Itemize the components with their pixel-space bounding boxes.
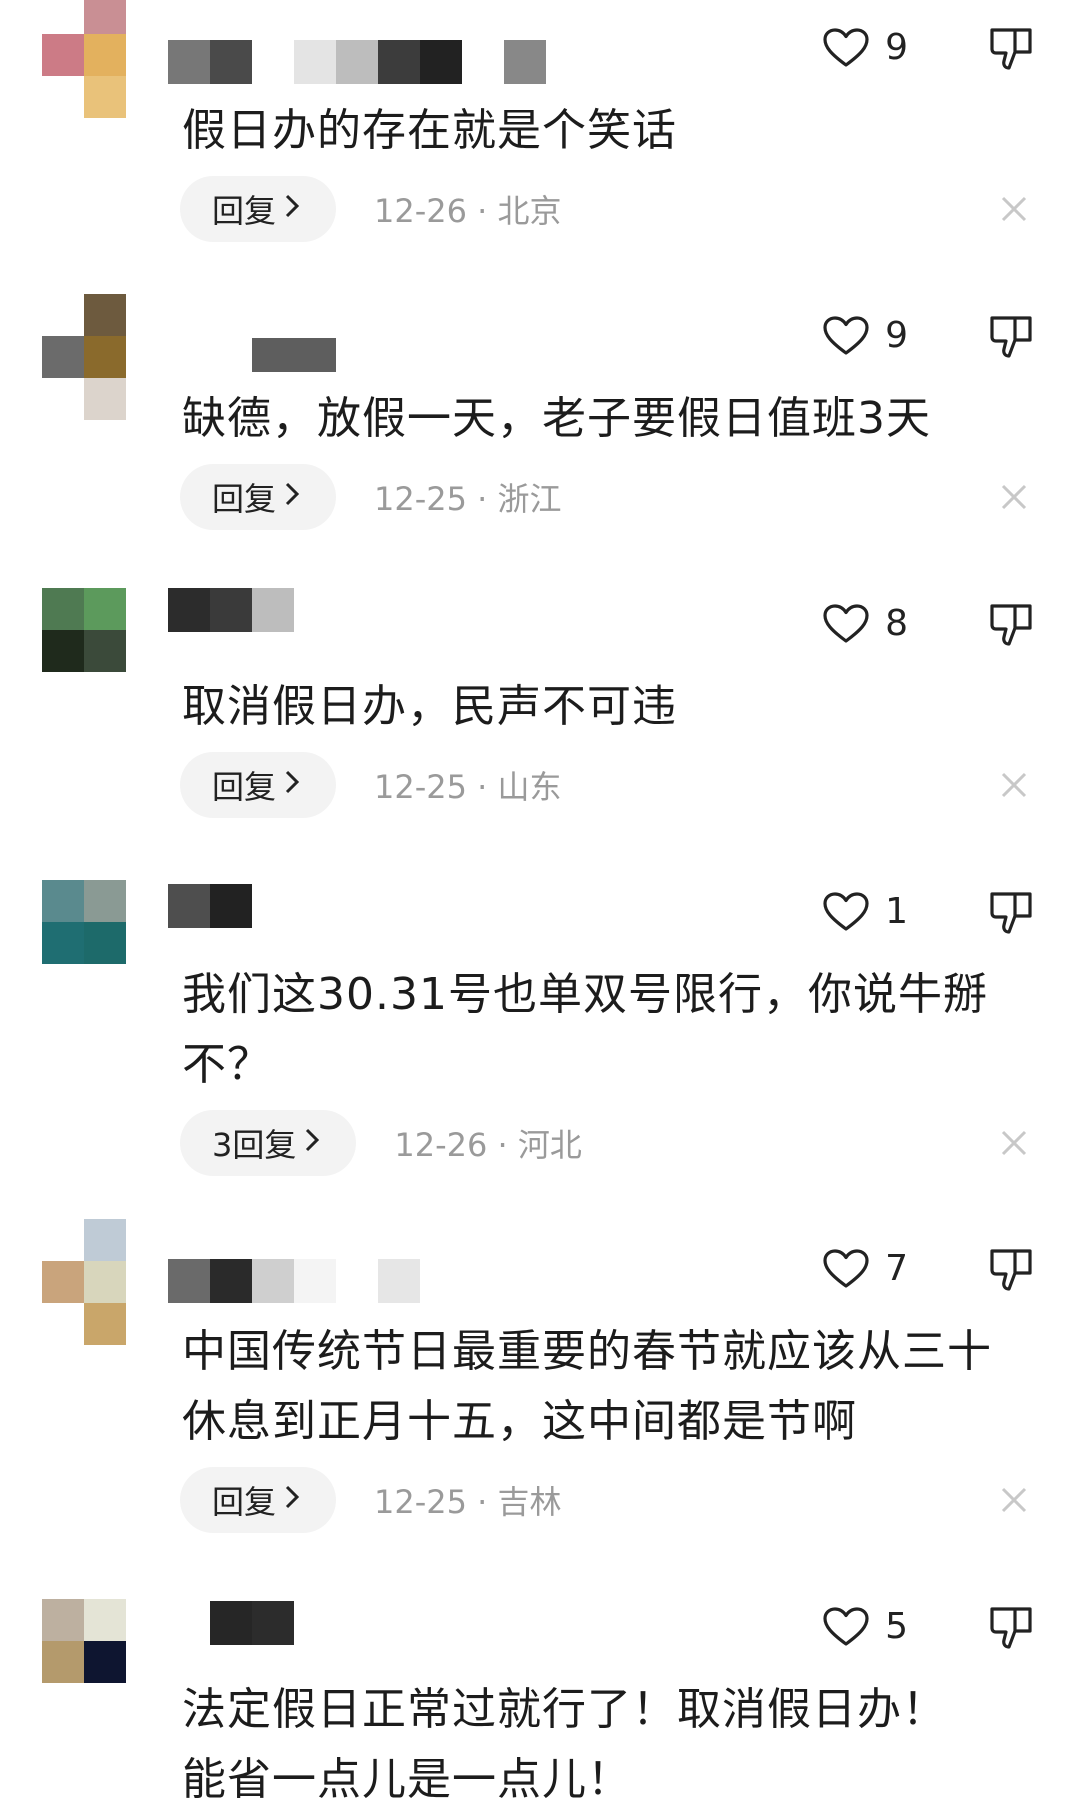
thumbs-down-outline-icon bbox=[989, 1603, 1033, 1651]
dislike-button[interactable] bbox=[989, 888, 1033, 936]
reply-button[interactable]: 3回复 bbox=[180, 1110, 357, 1176]
comment-text: 法定假日正常过就行了！取消假日办！能省一点儿是一点儿！ bbox=[182, 1684, 947, 1805]
username-blurred[interactable] bbox=[168, 338, 548, 382]
comment-meta: 回复 12-26 · 北京 bbox=[180, 176, 562, 242]
heart-outline-icon bbox=[823, 1249, 869, 1289]
username-blurred[interactable] bbox=[168, 884, 548, 928]
thumbs-down-outline-icon bbox=[989, 600, 1033, 648]
like-count: 5 bbox=[885, 1606, 908, 1647]
comment-text: 取消假日办，民声不可违 bbox=[182, 681, 677, 732]
avatar[interactable] bbox=[42, 294, 126, 420]
username-blurred[interactable] bbox=[168, 588, 548, 632]
avatar[interactable] bbox=[42, 1219, 126, 1345]
avatar[interactable] bbox=[42, 588, 126, 672]
chevron-right-icon bbox=[282, 1481, 302, 1519]
close-button[interactable] bbox=[999, 194, 1029, 224]
avatar[interactable] bbox=[42, 1599, 126, 1683]
dislike-button[interactable] bbox=[989, 24, 1033, 72]
comment-meta: 3回复 12-26 · 河北 bbox=[180, 1110, 582, 1176]
heart-outline-icon bbox=[823, 1607, 869, 1647]
reply-button[interactable]: 回复 bbox=[180, 464, 337, 530]
like-count: 1 bbox=[885, 891, 908, 932]
comment-meta: 回复 12-25 · 吉林 bbox=[180, 1467, 562, 1533]
chevron-right-icon bbox=[282, 190, 302, 228]
comment-text: 我们这30.31号也单双号限行，你说牛掰不？ bbox=[182, 969, 988, 1090]
like-count: 9 bbox=[885, 315, 908, 356]
comment-meta: 回复 12-25 · 山东 bbox=[180, 752, 562, 818]
dislike-button[interactable] bbox=[989, 1245, 1033, 1293]
comment-meta: 回复 12-25 · 浙江 bbox=[180, 464, 562, 530]
close-button[interactable] bbox=[999, 482, 1029, 512]
close-icon bbox=[999, 1485, 1029, 1515]
like-button[interactable]: 7 bbox=[823, 1249, 908, 1289]
heart-outline-icon bbox=[823, 604, 869, 644]
reply-button[interactable]: 回复 bbox=[180, 1467, 337, 1533]
close-button[interactable] bbox=[999, 1485, 1029, 1515]
like-button[interactable]: 9 bbox=[823, 316, 908, 356]
time-location: 12-25 · 山东 bbox=[374, 768, 562, 806]
dislike-button[interactable] bbox=[989, 600, 1033, 648]
like-button[interactable]: 9 bbox=[823, 28, 908, 68]
comment-text: 中国传统节日最重要的春节就应该从三十休息到正月十五，这中间都是节啊 bbox=[182, 1326, 992, 1447]
reply-button[interactable]: 回复 bbox=[180, 176, 337, 242]
comment-text: 缺德，放假一天，老子要假日值班3天 bbox=[182, 393, 931, 444]
dislike-button[interactable] bbox=[989, 312, 1033, 360]
time-location: 12-25 · 浙江 bbox=[374, 480, 562, 518]
reply-label: 回复 bbox=[212, 192, 277, 230]
reply-label: 回复 bbox=[212, 1483, 277, 1521]
like-count: 9 bbox=[885, 27, 908, 68]
comment-text: 假日办的存在就是个笑话 bbox=[182, 105, 677, 156]
chevron-right-icon bbox=[282, 766, 302, 804]
close-button[interactable] bbox=[999, 770, 1029, 800]
close-button[interactable] bbox=[999, 1128, 1029, 1158]
close-icon bbox=[999, 1128, 1029, 1158]
reply-label: 回复 bbox=[212, 480, 277, 518]
time-location: 12-26 · 河北 bbox=[394, 1126, 582, 1164]
time-location: 12-25 · 吉林 bbox=[374, 1483, 562, 1521]
close-icon bbox=[999, 194, 1029, 224]
username-blurred[interactable] bbox=[168, 40, 548, 84]
heart-outline-icon bbox=[823, 28, 869, 68]
dislike-button[interactable] bbox=[989, 1603, 1033, 1651]
avatar[interactable] bbox=[42, 880, 126, 964]
thumbs-down-outline-icon bbox=[989, 24, 1033, 72]
chevron-right-icon bbox=[282, 478, 302, 516]
like-button[interactable]: 1 bbox=[823, 892, 908, 932]
thumbs-down-outline-icon bbox=[989, 312, 1033, 360]
close-icon bbox=[999, 770, 1029, 800]
chevron-right-icon bbox=[302, 1124, 322, 1162]
like-button[interactable]: 8 bbox=[823, 604, 908, 644]
reply-label: 3回复 bbox=[212, 1126, 297, 1164]
like-count: 8 bbox=[885, 603, 908, 644]
reply-label: 回复 bbox=[212, 768, 277, 806]
heart-outline-icon bbox=[823, 316, 869, 356]
reply-button[interactable]: 回复 bbox=[180, 752, 337, 818]
time-location: 12-26 · 北京 bbox=[374, 192, 562, 230]
heart-outline-icon bbox=[823, 892, 869, 932]
like-button[interactable]: 5 bbox=[823, 1607, 908, 1647]
username-blurred[interactable] bbox=[168, 1259, 548, 1303]
close-icon bbox=[999, 482, 1029, 512]
avatar[interactable] bbox=[42, 0, 126, 118]
like-count: 7 bbox=[885, 1248, 908, 1289]
thumbs-down-outline-icon bbox=[989, 1245, 1033, 1293]
username-blurred[interactable] bbox=[168, 1601, 548, 1645]
thumbs-down-outline-icon bbox=[989, 888, 1033, 936]
